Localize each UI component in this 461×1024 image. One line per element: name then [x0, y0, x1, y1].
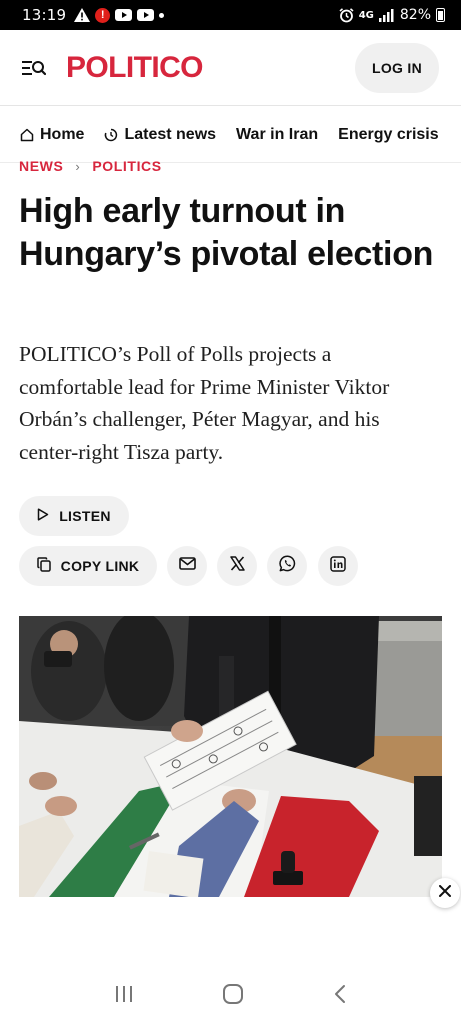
back-icon[interactable]: [333, 984, 347, 1009]
section-nav: Home Latest news War in Iran Energy cris…: [0, 107, 461, 163]
signal-icon: [378, 8, 395, 22]
article-headline: High early turnout in Hungary’s pivotal …: [19, 192, 434, 273]
listen-button[interactable]: LISTEN: [19, 496, 129, 536]
nav-item-label: War in Iran: [236, 125, 319, 143]
status-right: 4G 82%: [339, 7, 445, 23]
mail-icon: [178, 557, 196, 575]
copy-link-button[interactable]: COPY LINK: [19, 546, 157, 586]
nav-item-label: Latest news: [124, 125, 217, 143]
alert-icon: !: [95, 7, 111, 23]
nav-item-war-in-iran[interactable]: War in Iran: [236, 126, 318, 144]
breadcrumb: NEWS › POLITICS: [19, 158, 162, 174]
recent-apps-icon[interactable]: [114, 985, 134, 1008]
home-icon: [20, 128, 34, 142]
nav-item-label: Home: [40, 125, 85, 143]
login-button[interactable]: LOG IN: [355, 42, 439, 93]
battery-icon: [436, 8, 445, 22]
copy-icon: [36, 557, 51, 575]
linkedin-icon: [330, 555, 346, 577]
article-dek: POLITICO’s Poll of Polls projects a comf…: [19, 342, 390, 464]
nav-item-latest-news[interactable]: Latest news: [104, 126, 216, 144]
warning-icon: [74, 8, 91, 22]
nav-item-label: Energy crisis: [338, 125, 439, 143]
status-time: 13:19: [22, 6, 67, 24]
notification-icons: !: [74, 7, 165, 23]
nav-item-energy-crisis[interactable]: Energy crisis: [338, 126, 439, 144]
dot-icon: [159, 12, 165, 18]
nav-item-home[interactable]: Home: [20, 126, 84, 144]
status-bar: 13:19 ! 4G 82%: [0, 0, 461, 30]
x-icon: [229, 556, 245, 576]
voting-photo-image: [19, 616, 442, 897]
menu-search-icon[interactable]: [22, 58, 47, 78]
battery-percent: 82%: [399, 7, 431, 23]
alarm-icon: [339, 7, 354, 23]
home-button-icon[interactable]: [222, 983, 244, 1010]
share-x-button[interactable]: [217, 546, 257, 586]
youtube-icon: [137, 9, 155, 21]
whatsapp-icon: [278, 555, 296, 577]
breadcrumb-politics[interactable]: POLITICS: [92, 158, 161, 174]
share-linkedin-button[interactable]: [318, 546, 358, 586]
close-icon: [439, 884, 451, 902]
play-icon: [37, 508, 49, 524]
copy-link-label: COPY LINK: [60, 558, 140, 574]
share-email-button[interactable]: [167, 546, 207, 586]
system-navigation-bar: [0, 968, 461, 1024]
chevron-right-icon: ›: [75, 158, 81, 174]
listen-label: LISTEN: [59, 508, 111, 524]
close-button[interactable]: [430, 878, 460, 908]
share-whatsapp-button[interactable]: [267, 546, 307, 586]
network-label: 4G: [358, 9, 374, 21]
site-header: POLITICO LOG IN: [0, 30, 461, 106]
breadcrumb-news[interactable]: NEWS: [19, 158, 63, 174]
politico-logo[interactable]: POLITICO: [66, 51, 203, 85]
clock-icon: [104, 128, 118, 142]
article-photo: [19, 616, 442, 897]
youtube-icon: [115, 9, 133, 21]
